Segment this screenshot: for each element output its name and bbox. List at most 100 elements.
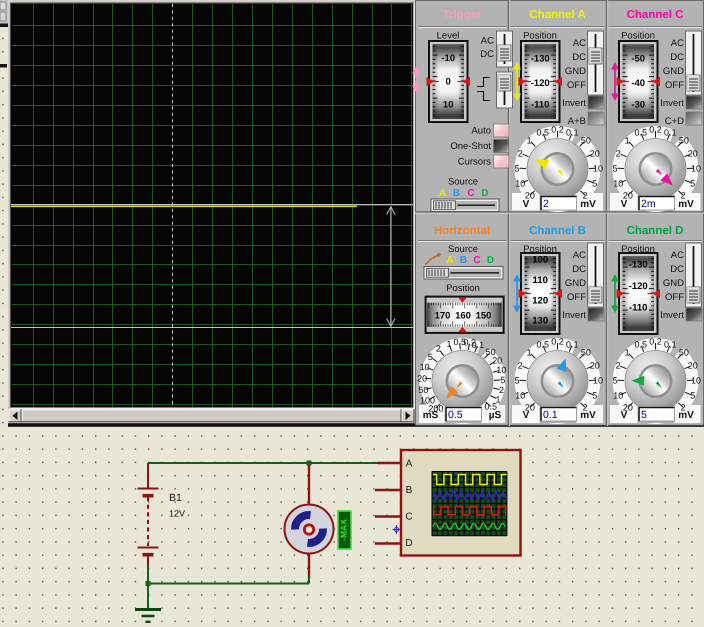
svg-text:110: 110 <box>533 275 548 286</box>
svg-text:10: 10 <box>613 179 623 189</box>
svg-text:1: 1 <box>527 135 532 145</box>
svg-text:10: 10 <box>613 391 623 401</box>
svg-text:10: 10 <box>420 362 430 372</box>
svg-text:A: A <box>439 188 446 199</box>
svg-text:0.2: 0.2 <box>649 125 662 135</box>
svg-text:1: 1 <box>446 339 451 349</box>
svg-text:GND: GND <box>663 278 684 289</box>
svg-text:1: 1 <box>625 347 630 357</box>
svg-text:AC: AC <box>481 36 494 47</box>
svg-text:B: B <box>460 255 467 266</box>
svg-text:0.5: 0.5 <box>634 340 647 350</box>
svg-text:0.2: 0.2 <box>551 337 564 347</box>
svg-text:2: 2 <box>436 344 441 354</box>
svg-text:100: 100 <box>532 255 548 266</box>
svg-text:12V: 12V <box>169 509 185 519</box>
svg-text:-30: -30 <box>631 100 645 111</box>
svg-text:1: 1 <box>527 347 532 357</box>
svg-text:Invert: Invert <box>562 98 586 109</box>
svg-text:-130: -130 <box>629 260 648 271</box>
svg-text:0.5: 0.5 <box>536 128 549 138</box>
svg-text:-120: -120 <box>531 78 550 89</box>
svg-text:2: 2 <box>518 360 523 370</box>
svg-text:0.5: 0.5 <box>448 409 463 421</box>
svg-text:2: 2 <box>543 198 549 210</box>
svg-text:0.1: 0.1 <box>566 128 579 138</box>
svg-text:GND: GND <box>565 278 586 289</box>
svg-text:0.1: 0.1 <box>566 340 579 350</box>
svg-text:0.5: 0.5 <box>536 340 549 350</box>
svg-text:0.2: 0.2 <box>551 125 564 135</box>
svg-text:mV: mV <box>678 199 694 210</box>
svg-text:0.1: 0.1 <box>664 128 677 138</box>
svg-text:Position: Position <box>621 31 655 42</box>
svg-text:V: V <box>621 199 628 210</box>
svg-text:Invert: Invert <box>562 310 586 321</box>
svg-text:One-Shot: One-Shot <box>450 141 491 152</box>
svg-text:2: 2 <box>518 148 523 158</box>
svg-text:50: 50 <box>418 385 428 395</box>
svg-text:-10: -10 <box>441 53 455 64</box>
svg-text:20: 20 <box>590 148 600 158</box>
svg-text:A: A <box>406 459 413 470</box>
svg-text:mV: mV <box>678 410 694 421</box>
svg-text:OFF: OFF <box>665 80 684 91</box>
svg-text:Horizontal: Horizontal <box>434 225 490 237</box>
svg-text:150: 150 <box>476 311 492 322</box>
svg-text:-MAX: -MAX <box>338 519 348 541</box>
svg-text:GND: GND <box>663 66 684 77</box>
svg-text:160: 160 <box>455 311 471 322</box>
svg-text:Position: Position <box>446 283 480 294</box>
svg-text:V: V <box>523 199 530 210</box>
svg-text:Invert: Invert <box>660 310 684 321</box>
svg-text:20: 20 <box>590 360 600 370</box>
svg-text:Invert: Invert <box>660 98 684 109</box>
svg-text:5: 5 <box>514 164 519 174</box>
svg-text:120: 120 <box>532 296 548 307</box>
svg-text:10: 10 <box>515 391 525 401</box>
svg-text:Cursors: Cursors <box>458 157 492 168</box>
svg-text:DC: DC <box>572 52 586 63</box>
svg-text:0.2: 0.2 <box>649 337 662 347</box>
svg-text:V: V <box>621 410 628 421</box>
svg-text:mV: mV <box>580 410 596 421</box>
svg-text:20: 20 <box>492 355 502 365</box>
svg-text:Channel C: Channel C <box>627 9 684 21</box>
svg-text:5: 5 <box>500 375 505 385</box>
svg-text:2m: 2m <box>641 198 656 210</box>
svg-text:10: 10 <box>515 179 525 189</box>
svg-text:2: 2 <box>616 148 621 158</box>
svg-text:Source: Source <box>448 177 478 188</box>
svg-text:B1: B1 <box>169 492 182 504</box>
svg-text:1: 1 <box>625 135 630 145</box>
svg-text:A: A <box>446 255 453 266</box>
svg-text:20: 20 <box>688 360 698 370</box>
svg-text:D: D <box>405 538 412 549</box>
svg-text:10: 10 <box>593 376 603 386</box>
svg-text:OFF: OFF <box>567 292 586 303</box>
svg-text:50: 50 <box>679 135 689 145</box>
svg-text:2: 2 <box>499 385 504 395</box>
svg-text:AC: AC <box>573 38 586 49</box>
svg-text:mV: mV <box>580 199 596 210</box>
svg-text:50: 50 <box>679 347 689 357</box>
svg-text:5: 5 <box>592 179 597 189</box>
svg-text:Trigger: Trigger <box>443 9 483 21</box>
svg-text:mS: mS <box>423 410 439 421</box>
svg-text:Level: Level <box>437 31 460 42</box>
svg-text:-40: -40 <box>631 78 645 89</box>
svg-text:-110: -110 <box>629 303 648 314</box>
svg-text:0: 0 <box>446 77 451 88</box>
svg-text:µS: µS <box>489 410 502 421</box>
svg-text:DC: DC <box>670 264 684 275</box>
svg-text:10: 10 <box>496 365 506 375</box>
svg-text:DC: DC <box>670 52 684 63</box>
svg-text:10: 10 <box>593 164 603 174</box>
svg-text:0.1: 0.1 <box>472 340 485 350</box>
svg-text:OFF: OFF <box>567 80 586 91</box>
svg-text:5: 5 <box>428 352 433 362</box>
svg-text:C: C <box>473 255 480 266</box>
svg-text:50: 50 <box>581 347 591 357</box>
svg-text:C: C <box>467 188 474 199</box>
svg-text:C+D: C+D <box>665 116 684 127</box>
